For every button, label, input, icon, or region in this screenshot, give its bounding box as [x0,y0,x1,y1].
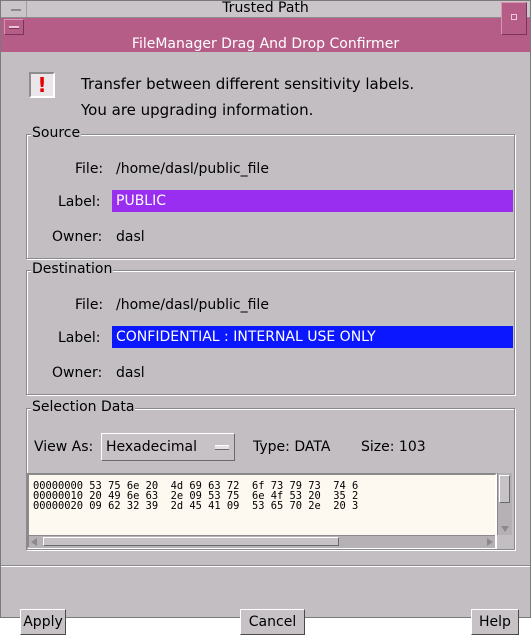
horizontal-scrollbar[interactable] [29,535,495,548]
message-line-2: You are upgrading information. [81,101,314,119]
warning-exclamation-icon: ! [29,72,55,98]
button-separator [1,565,530,567]
dialog-body: ! Transfer between different sensitivity… [1,53,530,635]
destination-file-label: File: [75,297,104,313]
scroll-left-arrow-icon[interactable] [31,538,37,546]
message-line-1: Transfer between different sensitivity l… [81,75,415,93]
vertical-scroll-thumb[interactable] [499,475,510,503]
confirmer-window: Trusted Path FileManager Drag And Drop C… [0,0,531,635]
view-as-label: View As: [34,439,94,455]
selection-group-title: Selection Data [31,399,136,415]
vertical-scrollbar[interactable] [497,473,512,535]
destination-label-label: Label: [58,330,101,346]
square-icon [511,14,517,20]
window-menu-button[interactable] [4,19,24,35]
minimize-button[interactable] [501,2,527,35]
type-label: Type: DATA [253,439,331,455]
source-group-title: Source [31,125,82,141]
trusted-path-bar: Trusted Path [1,0,530,18]
trusted-path-title: Trusted Path [222,0,309,16]
source-group: Source File: /home/dasl/public_file Labe… [26,125,515,259]
minus-icon [9,26,19,29]
source-label-label: Label: [58,194,101,210]
source-file-value: /home/dasl/public_file [116,161,269,177]
hex-line: 00000020 09 62 32 39 2d 45 41 09 53 65 7… [33,500,359,512]
view-as-dropdown[interactable]: Hexadecimal [101,433,235,461]
selection-data-group: Selection Data View As: Hexadecimal Type… [26,399,515,550]
size-label: Size: 103 [361,439,426,455]
scroll-down-arrow-icon[interactable] [501,526,509,532]
title-bar[interactable]: FileManager Drag And Drop Confirmer [1,2,530,52]
source-owner-label: Owner: [52,229,103,245]
destination-file-value: /home/dasl/public_file [116,297,269,313]
source-owner-value: dasl [116,229,145,245]
scroll-right-arrow-icon[interactable] [487,538,493,546]
destination-group-title: Destination [31,261,114,277]
destination-owner-label: Owner: [52,365,103,381]
help-button[interactable]: Help [471,609,519,635]
window-title: FileManager Drag And Drop Confirmer [131,36,400,52]
view-as-value: Hexadecimal [106,439,197,455]
destination-group: Destination File: /home/dasl/public_file… [26,261,515,395]
cancel-button[interactable]: Cancel [240,609,305,635]
source-file-label: File: [75,161,104,177]
horizontal-scroll-thumb[interactable] [43,537,339,546]
destination-label-value: CONFIDENTIAL : INTERNAL USE ONLY [112,326,513,348]
option-menu-indicator-icon [215,445,229,450]
apply-button[interactable]: Apply [20,609,66,635]
source-label-value: PUBLIC [112,190,513,212]
destination-owner-value: dasl [116,365,145,381]
